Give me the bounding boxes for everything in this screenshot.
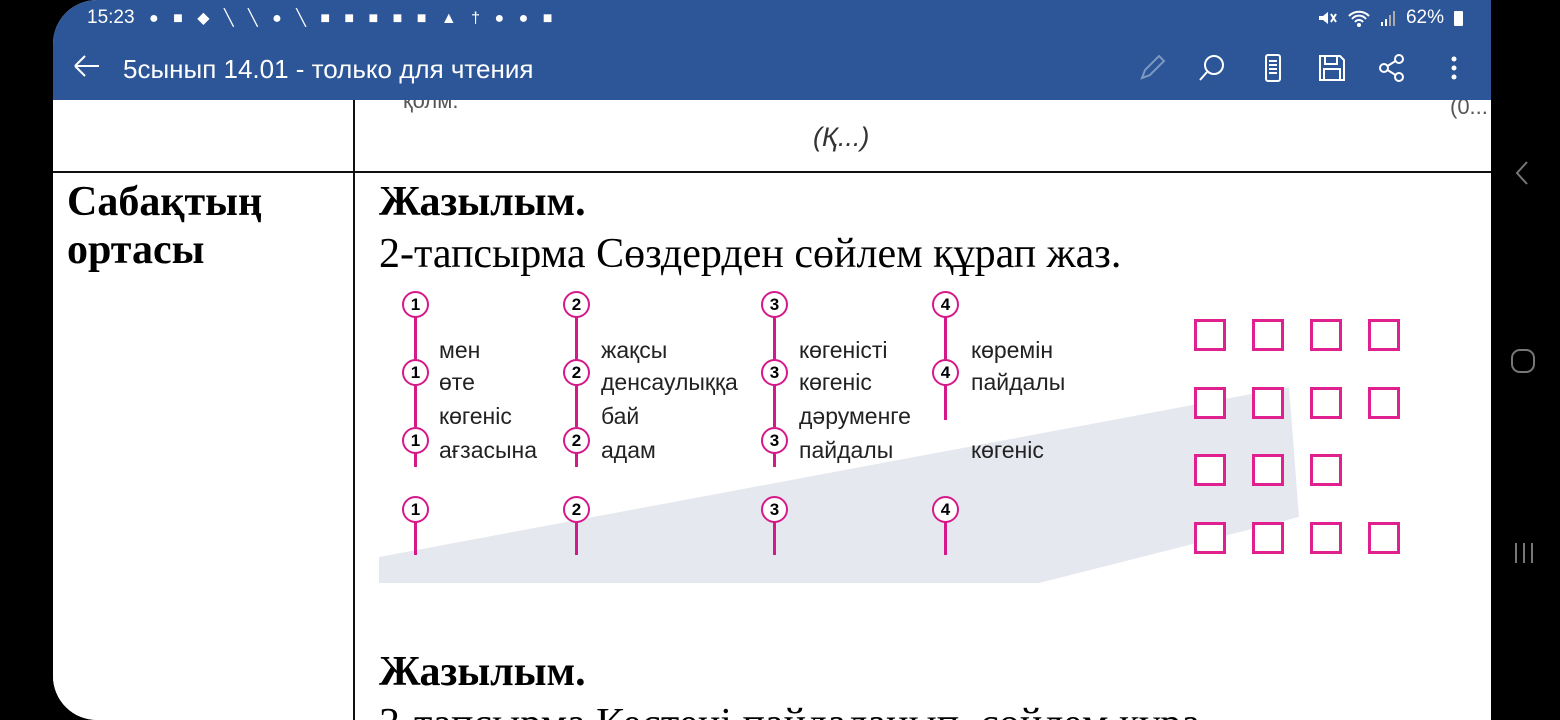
word: дәруменге <box>799 403 911 429</box>
search-icon[interactable] <box>1196 52 1228 84</box>
number-marker: 2 <box>563 427 590 454</box>
number-marker: 2 <box>563 291 590 318</box>
word: көгеніс <box>799 369 872 395</box>
cutoff-text-center: (Қ...) <box>813 122 870 152</box>
recents-nav-icon[interactable] <box>1511 538 1539 568</box>
word: ағзасына <box>439 437 538 463</box>
battery-percent: 62% <box>1405 7 1444 28</box>
answer-box <box>1252 387 1284 419</box>
number-marker: 1 <box>402 427 429 454</box>
answer-box <box>1310 522 1342 554</box>
connector-line <box>414 382 417 427</box>
lesson-stage-label-line2: ортасы <box>67 227 205 273</box>
document-view[interactable]: қолм. (0... (Қ...) Сабақтың ортасы Жазыл… <box>53 100 1491 720</box>
back-icon[interactable] <box>71 50 101 82</box>
word: көгеніс <box>439 403 512 429</box>
number-marker: 3 <box>761 496 788 523</box>
word: пайдалы <box>971 369 1066 395</box>
number-marker: 2 <box>563 496 590 523</box>
word: пайдалы <box>799 437 894 463</box>
signal-icon <box>1380 11 1395 26</box>
answer-box <box>1252 522 1284 554</box>
word: бай <box>601 403 640 429</box>
answer-box <box>1368 387 1400 419</box>
number-marker: 1 <box>402 496 429 523</box>
number-marker: 1 <box>402 291 429 318</box>
status-bar: 15:23 ● ■ ◆ ╲ ╲ ● ╲ ■ ■ ■ ■ ■ ▲ † ● ● ■ … <box>53 0 1491 38</box>
word: көремін <box>971 337 1054 363</box>
number-marker: 1 <box>402 359 429 386</box>
back-nav-icon[interactable] <box>1512 158 1534 188</box>
answer-box <box>1252 319 1284 351</box>
task-3-text: 3-тапсырма Кестені пайдаланып, сөйлем құ… <box>379 700 1200 720</box>
edit-icon[interactable] <box>1136 52 1168 84</box>
wifi-icon <box>1348 10 1370 27</box>
table-column-divider <box>353 100 355 720</box>
word: өте <box>439 369 475 395</box>
answer-box <box>1194 454 1226 486</box>
number-marker: 2 <box>563 359 590 386</box>
mute-icon <box>1318 12 1337 24</box>
word: денсаулыққа <box>601 369 738 395</box>
writing-heading-2: Жазылым. <box>379 649 586 695</box>
lesson-stage-label-line1: Сабақтың <box>67 179 263 225</box>
app-bar: 5сынып 14.01 - только для чтения <box>53 38 1491 100</box>
status-right: 62% <box>1316 7 1463 29</box>
answer-box <box>1310 387 1342 419</box>
status-time: 15:23 <box>87 7 135 28</box>
share-icon[interactable] <box>1376 52 1408 84</box>
cutoff-text-right: (0... <box>1450 100 1488 119</box>
number-marker: 3 <box>761 427 788 454</box>
word: адам <box>601 437 656 463</box>
answer-box <box>1252 454 1284 486</box>
number-marker: 4 <box>932 359 959 386</box>
number-marker: 4 <box>932 291 959 318</box>
number-marker: 3 <box>761 291 788 318</box>
home-nav-icon[interactable] <box>1509 346 1539 376</box>
writing-heading-1: Жазылым. <box>379 179 586 225</box>
battery-icon <box>1454 10 1463 26</box>
notification-icons: ● ■ ◆ ╲ ╲ ● ╲ ■ ■ ■ ■ ■ ▲ † ● ● ■ <box>149 10 558 27</box>
phone-screen: 15:23 ● ■ ◆ ╲ ╲ ● ╲ ■ ■ ■ ■ ■ ▲ † ● ● ■ … <box>53 0 1491 720</box>
connector-line <box>773 382 776 427</box>
connector-line <box>575 382 578 427</box>
save-icon[interactable] <box>1316 52 1348 84</box>
number-marker: 4 <box>932 496 959 523</box>
word: жақсы <box>601 337 668 363</box>
connector-line <box>944 382 947 420</box>
table-row-divider <box>53 171 1491 173</box>
answer-box <box>1194 319 1226 351</box>
document-title: 5сынып 14.01 - только для чтения <box>123 54 534 84</box>
answer-box <box>1194 522 1226 554</box>
answer-box <box>1368 522 1400 554</box>
answer-box <box>1310 454 1342 486</box>
exercise-figure: Горизонт» баспасы 1 1 1 1 мен өте көгені… <box>379 287 1429 583</box>
word: мен <box>439 337 481 363</box>
word: көгеністі <box>799 337 888 363</box>
answer-box <box>1368 319 1400 351</box>
lesson-stage-label: Сабақтың ортасы <box>67 178 262 274</box>
answer-box <box>1310 319 1342 351</box>
task-2-text: 2-тапсырма Сөздерден сөйлем құрап жаз. <box>379 231 1122 277</box>
reading-mode-icon[interactable] <box>1257 52 1289 84</box>
more-icon[interactable] <box>1438 52 1470 84</box>
cutoff-text-left: қолм. <box>403 100 459 113</box>
number-marker: 3 <box>761 359 788 386</box>
word: көгеніс <box>971 437 1044 463</box>
answer-box <box>1194 387 1226 419</box>
